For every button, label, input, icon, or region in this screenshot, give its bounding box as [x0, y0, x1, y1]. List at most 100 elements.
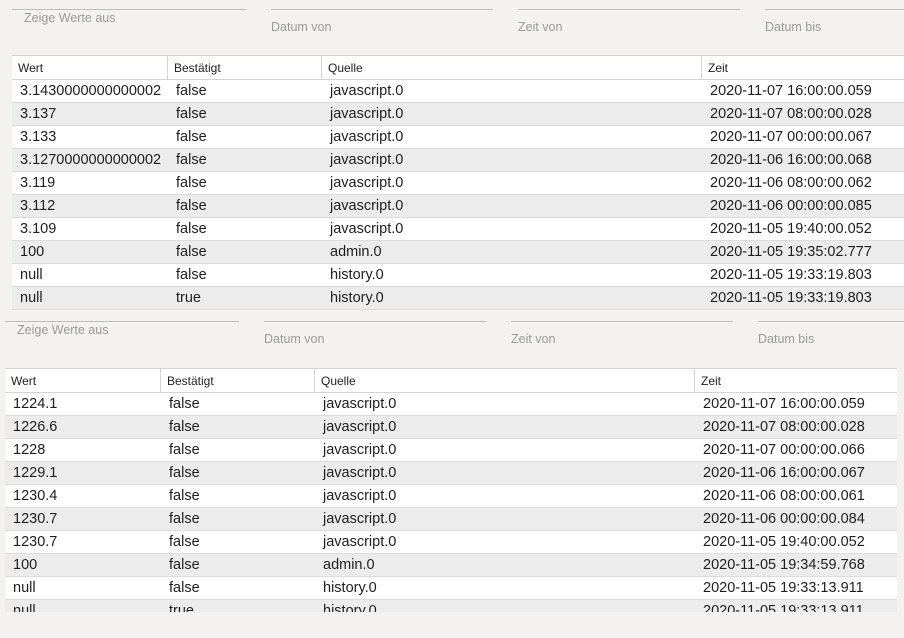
table-row[interactable]: 1230.7 false javascript.0 2020-11-06 00:00:… [5, 508, 897, 531]
source-cell: javascript.0 [330, 152, 404, 168]
table-header: Wert Bestätigt Quelle Zeit [5, 369, 897, 393]
source-cell: javascript.0 [330, 106, 404, 122]
time-from-label: Zeit von [511, 332, 556, 346]
table-row[interactable]: 1224.1 false javascript.0 2020-11-07 16:00:… [5, 393, 897, 416]
source-cell: history.0 [330, 290, 384, 306]
table-row[interactable]: 1228 false javascript.0 2020-11-07 00:00:00… [5, 439, 897, 462]
acknowledged-cell: false [176, 175, 207, 191]
table-row[interactable]: 100 false admin.0 2020-11-05 19:34:59.768 [5, 554, 897, 577]
table-row[interactable]: 3.109 false javascript.0 2020-11-05 19:40:0… [12, 218, 904, 241]
date-to-field[interactable]: Datum bis [758, 321, 904, 352]
time-cell: 2020-11-07 16:00:00.059 [703, 396, 865, 412]
show-values-select[interactable]: Zeige Werte aus [5, 321, 239, 352]
value-cell: 3.119 [20, 175, 56, 191]
value-cell: 1230.7 [13, 511, 58, 527]
table-row[interactable]: 3.112 false javascript.0 2020-11-06 00:00:0… [12, 195, 904, 218]
source-cell: admin.0 [330, 244, 382, 260]
value-cell: 3.137 [20, 106, 57, 122]
time-cell: 2020-11-07 00:00:00.066 [703, 442, 865, 458]
date-from-field[interactable]: Datum von [264, 321, 486, 352]
time-cell: 2020-11-05 19:34:59.768 [703, 557, 865, 573]
show-values-label: Zeige Werte aus [17, 323, 109, 337]
time-from-label: Zeit von [518, 20, 563, 34]
source-cell: javascript.0 [330, 129, 404, 145]
source-cell: javascript.0 [323, 396, 397, 412]
table-row[interactable]: 3.133 false javascript.0 2020-11-07 00:00:0… [12, 126, 904, 149]
acknowledged-cell: false [169, 442, 200, 458]
table-header: Wert Bestätigt Quelle Zeit [12, 56, 904, 80]
time-cell: 2020-11-06 00:00:00.084 [703, 511, 865, 527]
acknowledged-cell: false [169, 488, 200, 504]
time-cell: 2020-11-06 16:00:00.067 [703, 465, 865, 481]
table-row[interactable]: 100 false admin.0 2020-11-05 19:35:02.777 [12, 241, 904, 264]
value-cell: 100 [20, 244, 45, 260]
acknowledged-cell: false [169, 465, 200, 481]
column-header-time[interactable]: Zeit [702, 56, 904, 79]
acknowledged-cell: false [169, 534, 200, 550]
history-panel-2: Zeige Werte aus Datum von Zeit von Datum… [0, 312, 904, 623]
table-row[interactable]: 3.137 false javascript.0 2020-11-07 08:00:0… [12, 103, 904, 126]
column-header-acknowledged[interactable]: Bestätigt [161, 369, 315, 392]
column-header-acknowledged[interactable]: Bestätigt [168, 56, 322, 79]
acknowledged-cell: false [176, 198, 207, 214]
table-row[interactable]: 3.119 false javascript.0 2020-11-06 08:00:0… [12, 172, 904, 195]
acknowledged-cell: false [169, 580, 200, 596]
source-cell: admin.0 [323, 557, 375, 573]
source-cell: javascript.0 [330, 198, 404, 214]
value-cell: null [13, 580, 36, 596]
value-cell: 3.1430000000000002 [20, 83, 162, 99]
time-cell: 2020-11-05 19:33:13.911 [703, 580, 864, 596]
source-cell: javascript.0 [330, 221, 404, 237]
table-row[interactable]: 3.1270000000000002 false javascript.0 2020-… [12, 149, 904, 172]
date-to-label: Datum bis [765, 20, 822, 34]
column-header-source[interactable]: Quelle [315, 369, 695, 392]
table-row[interactable]: 3.1430000000000002 false javascript.0 2020-… [12, 80, 904, 103]
table-body: 3.1430000000000002 false javascript.0 2020-… [12, 80, 904, 310]
value-cell: 1229.1 [13, 465, 58, 481]
column-header-source[interactable]: Quelle [322, 56, 702, 79]
time-cell: 2020-11-06 08:00:00.062 [710, 175, 872, 191]
column-header-value[interactable]: Wert [5, 369, 161, 392]
acknowledged-cell: false [169, 419, 200, 435]
date-from-label: Datum von [271, 20, 332, 34]
show-values-select[interactable]: Zeige Werte aus [12, 9, 246, 40]
column-header-time[interactable]: Zeit [695, 369, 897, 392]
history-panel-1: Zeige Werte aus Datum von Zeit von Datum… [0, 0, 904, 310]
time-cell: 2020-11-05 19:33:19.803 [710, 267, 872, 283]
source-cell: javascript.0 [330, 175, 404, 191]
time-cell: 2020-11-07 16:00:00.059 [710, 83, 872, 99]
date-to-label: Datum bis [758, 332, 815, 346]
acknowledged-cell: false [176, 83, 207, 99]
table-row[interactable]: 1229.1 false javascript.0 2020-11-06 16:00:… [5, 462, 897, 485]
table-row[interactable]: null true history.0 2020-11-05 19:33:19.803 [12, 287, 904, 310]
acknowledged-cell: false [176, 244, 207, 260]
acknowledged-cell: false [176, 106, 207, 122]
date-to-field[interactable]: Datum bis [765, 9, 904, 40]
value-cell: 3.133 [20, 129, 57, 145]
value-cell: 1228 [13, 442, 46, 458]
time-cell: 2020-11-05 19:35:02.777 [710, 244, 872, 260]
value-cell: 1226.6 [13, 419, 58, 435]
value-cell: 100 [13, 557, 38, 573]
table-body: 1224.1 false javascript.0 2020-11-07 16:00:… [5, 393, 897, 623]
bottom-margin [0, 612, 904, 638]
acknowledged-cell: false [176, 152, 207, 168]
time-from-field[interactable]: Zeit von [511, 321, 733, 352]
value-cell: 3.1270000000000002 [20, 152, 162, 168]
table-row[interactable]: null false history.0 2020-11-05 19:33:13.91… [5, 577, 897, 600]
column-header-value[interactable]: Wert [12, 56, 168, 79]
history-table: Wert Bestätigt Quelle Zeit 3.14300000000… [12, 55, 904, 310]
date-from-field[interactable]: Datum von [271, 9, 493, 40]
table-row[interactable]: 1230.4 false javascript.0 2020-11-06 08:00:… [5, 485, 897, 508]
time-cell: 2020-11-07 00:00:00.067 [710, 129, 872, 145]
show-values-label: Zeige Werte aus [24, 11, 116, 25]
time-cell: 2020-11-05 19:40:00.052 [703, 534, 865, 550]
time-from-field[interactable]: Zeit von [518, 9, 740, 40]
table-row[interactable]: 1226.6 false javascript.0 2020-11-07 08:00:… [5, 416, 897, 439]
value-cell: null [20, 290, 43, 306]
value-cell: 1224.1 [13, 396, 58, 412]
value-cell: 3.112 [20, 198, 56, 214]
table-row[interactable]: 1230.7 false javascript.0 2020-11-05 19:40:… [5, 531, 897, 554]
table-row[interactable]: null false history.0 2020-11-05 19:33:19.80… [12, 264, 904, 287]
source-cell: javascript.0 [323, 419, 397, 435]
